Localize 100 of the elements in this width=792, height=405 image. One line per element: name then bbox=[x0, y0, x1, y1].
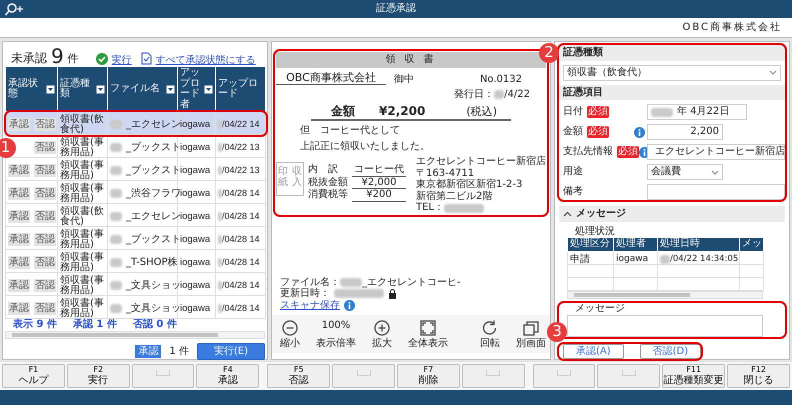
zoom-out-icon[interactable] bbox=[282, 320, 298, 336]
stamp-text: 収入 bbox=[292, 166, 302, 190]
receipt-statement: 上記正に領収いたしました。 bbox=[300, 140, 431, 152]
redaction-mark bbox=[494, 90, 504, 100]
shop-info: TEL： bbox=[416, 202, 444, 214]
filter-icon[interactable] bbox=[204, 84, 213, 94]
function-key[interactable]: F4 承認 bbox=[196, 364, 260, 388]
approve-button[interactable]: 承認 bbox=[8, 279, 30, 292]
reject-button[interactable]: 否認 bbox=[34, 302, 56, 315]
execute-button[interactable]: 実行(E) bbox=[196, 342, 265, 360]
breakdown-label: 内 訳 bbox=[308, 164, 339, 176]
approve-button[interactable]: 承認 bbox=[8, 164, 30, 177]
function-key[interactable]: F7 削除 bbox=[396, 364, 460, 388]
redaction-mark bbox=[218, 281, 222, 290]
reject-button[interactable]: 否認 bbox=[34, 233, 56, 246]
table-cell: iogawa bbox=[178, 226, 216, 250]
search-plus-icon[interactable] bbox=[4, 2, 24, 16]
document-check-icon[interactable] bbox=[140, 52, 152, 65]
table-cell: /04/28 14 bbox=[222, 258, 260, 267]
honorific: 御中 bbox=[394, 74, 414, 86]
field-label: 備考 bbox=[563, 186, 583, 198]
updated-label: 更新日時： bbox=[280, 288, 330, 300]
redaction-mark bbox=[218, 189, 222, 198]
filter-icon[interactable] bbox=[96, 84, 105, 94]
column-header[interactable]: 処理区分 bbox=[568, 238, 614, 251]
function-key[interactable]: F12 閉じる bbox=[727, 364, 790, 388]
scanner-save-link[interactable]: スキャナ保存 bbox=[280, 300, 340, 311]
table-cell: 領収書(事務用品) bbox=[58, 180, 108, 204]
table-cell: 領収書(事務用品) bbox=[58, 272, 108, 296]
filter-icon[interactable] bbox=[166, 84, 175, 94]
info-icon[interactable] bbox=[634, 126, 645, 138]
column-header[interactable]: ファイル名 bbox=[110, 84, 160, 94]
function-key[interactable]: F1 ヘルプ bbox=[2, 364, 65, 388]
approve-badge: 承認 bbox=[135, 344, 162, 358]
caret-icon bbox=[769, 70, 777, 75]
windows-icon[interactable] bbox=[523, 320, 539, 336]
function-key[interactable]: F5 否認 bbox=[267, 364, 330, 388]
table-cell: 領収書(飲食代) bbox=[58, 112, 108, 134]
reject-button[interactable]: 否認 bbox=[34, 187, 56, 200]
input-field[interactable]: エクセレントコーヒー新宿店 bbox=[647, 144, 785, 160]
collapse-header[interactable]: メッセージ bbox=[559, 206, 785, 222]
table-cell: /04/22 14:34:05 bbox=[670, 255, 738, 264]
column-header[interactable]: 処理者 bbox=[614, 238, 658, 251]
breakdown-label: 消費税等 bbox=[308, 189, 349, 202]
approve-button[interactable]: 承認 bbox=[8, 187, 30, 200]
action-link[interactable]: すべて承認状態にする bbox=[156, 54, 256, 66]
pending-label: 未承認 bbox=[11, 52, 47, 66]
file-name-label: ファイル名： bbox=[280, 276, 340, 288]
summary-count: 表示 9 件 bbox=[13, 319, 57, 330]
table-cell: /04/22 14 bbox=[222, 120, 260, 129]
approve-button[interactable]: 承認 bbox=[8, 302, 30, 315]
approve-button[interactable]: 承認 bbox=[8, 256, 30, 269]
tax-note: (税込) bbox=[466, 106, 497, 118]
reject-button[interactable]: 否認 bbox=[34, 141, 56, 154]
column-header[interactable]: 処理日時 bbox=[658, 238, 740, 251]
breakdown-value: ¥2,000 bbox=[352, 176, 406, 190]
approve-count: 1 件 bbox=[169, 346, 189, 357]
reject-button[interactable]: 否認 bbox=[34, 118, 56, 131]
column-header[interactable]: メッ bbox=[740, 238, 764, 251]
shop-info: 東京都新宿区新宿1-2-3 bbox=[416, 179, 522, 190]
approve-button[interactable]: 承認 bbox=[8, 233, 30, 246]
breakdown-value: コーヒー代 bbox=[352, 164, 406, 177]
function-key[interactable]: F2 実行 bbox=[66, 364, 130, 388]
zoom-in-icon[interactable] bbox=[374, 320, 390, 336]
toolbar-label: 全体表示 bbox=[408, 338, 448, 349]
type-select[interactable]: 領収書（飲食代） bbox=[563, 64, 781, 80]
redaction-mark bbox=[334, 289, 384, 298]
issue-date: /4/22 bbox=[504, 89, 530, 101]
rotate-icon[interactable] bbox=[482, 320, 498, 336]
table-cell: /04/28 14 bbox=[222, 189, 260, 198]
decision-button[interactable]: 否認(D) bbox=[640, 344, 702, 359]
function-key[interactable]: F11 証憑種類変更 bbox=[662, 364, 726, 388]
approve-button[interactable]: 承認 bbox=[8, 210, 30, 223]
horizontal-scrollbar[interactable] bbox=[567, 291, 763, 299]
input-field[interactable]: 2,200 bbox=[647, 124, 723, 140]
reject-button[interactable]: 否認 bbox=[34, 279, 56, 292]
decision-button[interactable]: 承認(A) bbox=[563, 344, 624, 359]
input-field[interactable] bbox=[647, 184, 785, 200]
reject-button[interactable]: 否認 bbox=[34, 256, 56, 269]
check-circle-icon[interactable] bbox=[96, 53, 108, 65]
action-link[interactable]: 実行 bbox=[112, 54, 132, 66]
toolbar-label: 表示倍率 bbox=[316, 338, 356, 349]
breakdown-label: 税抜金額 bbox=[308, 176, 349, 188]
approve-button[interactable]: 承認 bbox=[8, 118, 30, 131]
input-field[interactable]: 年 4月22日 bbox=[647, 104, 747, 120]
table-cell: /04/28 14 bbox=[222, 212, 260, 221]
pending-unit: 件 bbox=[68, 53, 79, 66]
toolbar-label: 拡大 bbox=[372, 338, 392, 349]
redaction-mark bbox=[218, 258, 222, 267]
reject-button[interactable]: 否認 bbox=[34, 164, 56, 177]
reject-button[interactable]: 否認 bbox=[34, 210, 56, 223]
fit-screen-icon[interactable] bbox=[420, 320, 436, 336]
select-field[interactable]: 会議費 bbox=[647, 164, 723, 180]
filter-icon[interactable] bbox=[46, 84, 55, 94]
table-cell: /04/22 13 bbox=[222, 166, 260, 175]
info-icon[interactable] bbox=[344, 300, 355, 311]
message-field[interactable] bbox=[567, 314, 763, 336]
horizontal-scrollbar[interactable] bbox=[5, 330, 265, 338]
table-cell: 領収書(飲食代) bbox=[58, 204, 108, 226]
table-cell: iogawa bbox=[614, 251, 658, 264]
